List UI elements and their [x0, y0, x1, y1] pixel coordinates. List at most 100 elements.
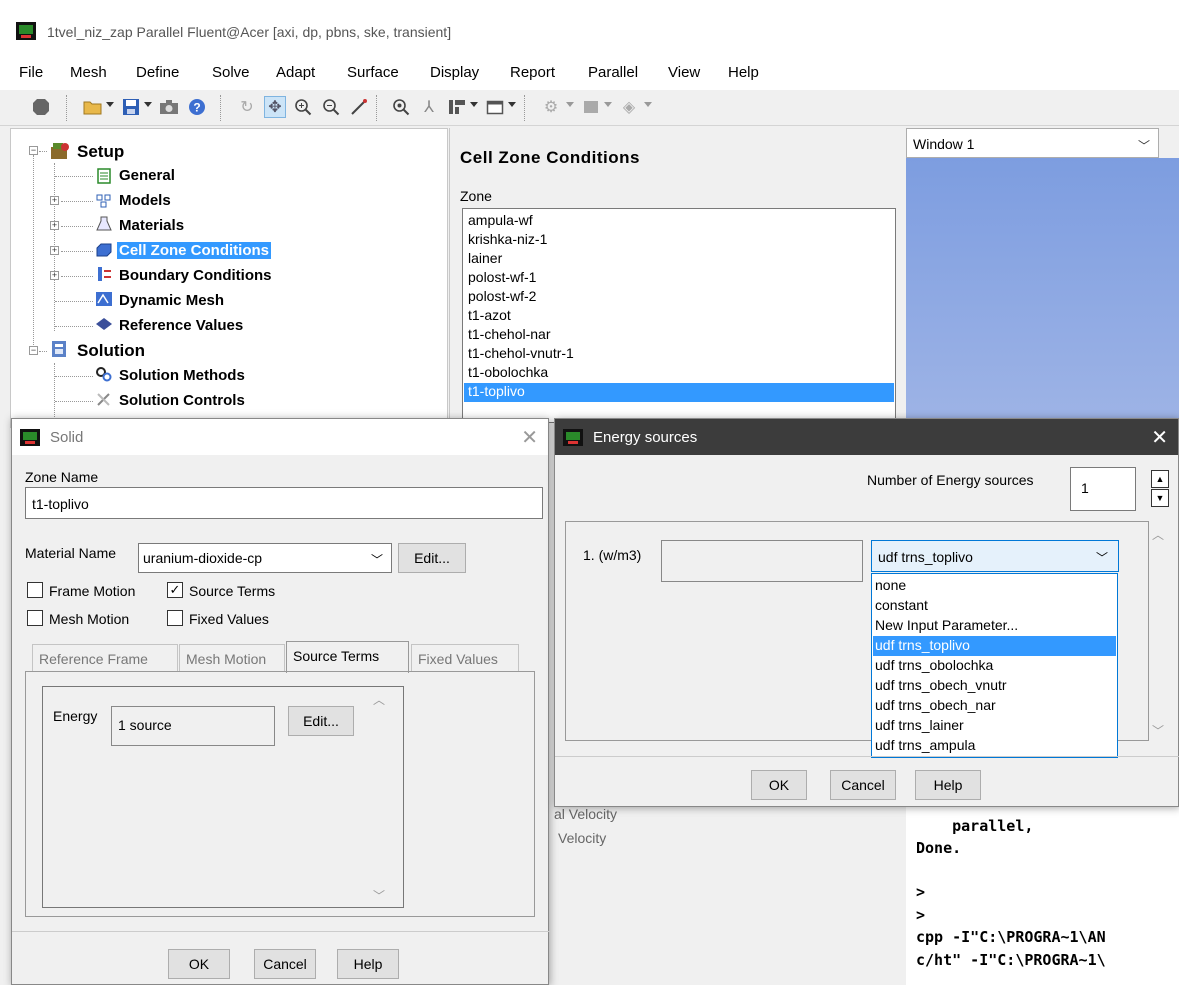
zone-list-item[interactable]: t1-chehol-vnutr-1 — [468, 345, 574, 361]
mesh-motion-checkbox[interactable] — [27, 610, 43, 626]
zone-list-item[interactable]: lainer — [468, 250, 502, 266]
zone-list-item-selected[interactable]: t1-toplivo — [464, 383, 894, 402]
dropdown-option[interactable]: New Input Parameter... — [875, 617, 1018, 633]
zone-list-item[interactable]: polost-wf-2 — [468, 288, 536, 304]
tab-mesh-motion[interactable]: Mesh Motion — [179, 644, 285, 672]
menu-adapt[interactable]: Adapt — [276, 64, 315, 81]
dropdown-option[interactable]: udf trns_ampula — [875, 737, 975, 753]
scroll-down-icon[interactable]: ﹀ — [373, 887, 385, 904]
zone-list-item[interactable]: t1-azot — [468, 307, 511, 323]
menu-parallel[interactable]: Parallel — [588, 64, 638, 81]
open-dropdown-arrow[interactable] — [106, 102, 114, 107]
scroll-up-icon[interactable]: ︿ — [1152, 526, 1164, 543]
menu-help[interactable]: Help — [728, 64, 759, 81]
shade-dropdown-arrow[interactable] — [604, 102, 612, 107]
menu-define[interactable]: Define — [136, 64, 179, 81]
menu-mesh[interactable]: Mesh — [70, 64, 107, 81]
expand-boundary-icon[interactable]: + — [50, 271, 59, 280]
energy-cancel-button[interactable]: Cancel — [830, 770, 896, 800]
tree-solution[interactable]: Solution — [77, 341, 145, 361]
cube-dropdown-arrow[interactable] — [644, 102, 652, 107]
tree-boundary-conditions[interactable]: Boundary Conditions — [119, 267, 272, 284]
solid-cancel-button[interactable]: Cancel — [254, 949, 316, 979]
collapse-setup-icon[interactable]: − — [29, 146, 38, 155]
tab-source-terms[interactable]: Source Terms — [286, 641, 409, 673]
axes-icon[interactable]: ⅄ — [418, 96, 440, 118]
fixed-values-checkbox[interactable] — [167, 610, 183, 626]
dropdown-option[interactable]: udf trns_obolochka — [875, 657, 993, 673]
menu-surface[interactable]: Surface — [347, 64, 399, 81]
view-dropdown-arrow[interactable] — [566, 102, 574, 107]
solid-help-button[interactable]: Help — [337, 949, 399, 979]
tree-setup[interactable]: Setup — [77, 142, 124, 162]
stop-icon[interactable] — [30, 96, 52, 118]
zone-list[interactable]: ampula-wf krishka-niz-1 lainer polost-wf… — [462, 208, 896, 423]
camera-icon[interactable] — [158, 96, 180, 118]
scroll-down-icon[interactable]: ﹀ — [1152, 722, 1164, 739]
window-icon[interactable] — [484, 96, 506, 118]
menu-file[interactable]: File — [19, 64, 43, 81]
open-folder-icon[interactable] — [82, 96, 104, 118]
pan-icon[interactable]: ✥ — [264, 96, 286, 118]
increment-icon[interactable]: ▲ — [1151, 470, 1169, 488]
tab-reference-frame[interactable]: Reference Frame — [32, 644, 178, 672]
dropdown-option[interactable]: udf trns_lainer — [875, 717, 964, 733]
zone-list-item[interactable]: krishka-niz-1 — [468, 231, 547, 247]
layout-dropdown-arrow[interactable] — [470, 102, 478, 107]
frame-motion-checkbox[interactable] — [27, 582, 43, 598]
cube-icon[interactable]: ◈ — [618, 96, 640, 118]
dropdown-option[interactable]: udf trns_obech_nar — [875, 697, 996, 713]
tree-solution-methods[interactable]: Solution Methods — [119, 367, 245, 384]
dropdown-option[interactable]: udf trns_obech_vnutr — [875, 677, 1007, 693]
probe-icon[interactable] — [348, 96, 370, 118]
zoom-fit-icon[interactable] — [390, 96, 412, 118]
menu-solve[interactable]: Solve — [212, 64, 250, 81]
menu-view[interactable]: View — [668, 64, 700, 81]
console[interactable]: parallel, Done. > > cpp -I"C:\PROGRA~1\A… — [906, 804, 1179, 985]
close-icon[interactable]: ✕ — [521, 425, 538, 450]
layout-icon[interactable] — [446, 96, 468, 118]
scroll-up-icon[interactable]: ︿ — [373, 691, 385, 708]
energy-ok-button[interactable]: OK — [751, 770, 807, 800]
menu-report[interactable]: Report — [510, 64, 555, 81]
help-icon[interactable]: ? — [186, 96, 208, 118]
tree-materials[interactable]: Materials — [119, 217, 184, 234]
zone-list-item[interactable]: t1-chehol-nar — [468, 326, 551, 342]
energy-value-field[interactable] — [661, 540, 863, 582]
tree-solution-controls[interactable]: Solution Controls — [119, 392, 245, 409]
zone-list-item[interactable]: polost-wf-1 — [468, 269, 536, 285]
solid-ok-button[interactable]: OK — [168, 949, 230, 979]
menu-display[interactable]: Display — [430, 64, 479, 81]
expand-models-icon[interactable]: + — [50, 196, 59, 205]
expand-cell-zone-icon[interactable]: + — [50, 246, 59, 255]
energy-profile-select[interactable]: udf trns_toplivo ﹀ — [871, 540, 1119, 572]
source-terms-checkbox[interactable]: ✓ — [167, 582, 183, 598]
expand-materials-icon[interactable]: + — [50, 221, 59, 230]
window-dropdown-arrow[interactable] — [508, 102, 516, 107]
energy-edit-button[interactable]: Edit... — [288, 706, 354, 736]
zoom-in-icon[interactable] — [292, 96, 314, 118]
zone-list-item[interactable]: ampula-wf — [468, 212, 533, 228]
material-select[interactable]: uranium-dioxide-cp ﹀ — [138, 543, 392, 573]
dropdown-option[interactable]: constant — [875, 597, 928, 613]
tree-dynamic-mesh[interactable]: Dynamic Mesh — [119, 292, 224, 309]
view-icon[interactable]: ⚙ — [540, 96, 562, 118]
rotate-icon[interactable]: ↻ — [236, 96, 258, 118]
tree-cell-zone-conditions[interactable]: Cell Zone Conditions — [117, 242, 271, 259]
tree-general[interactable]: General — [119, 167, 175, 184]
dropdown-option[interactable]: none — [875, 577, 906, 593]
tab-fixed-values[interactable]: Fixed Values — [411, 644, 519, 672]
tree-reference-values[interactable]: Reference Values — [119, 317, 243, 334]
decrement-icon[interactable]: ▼ — [1151, 489, 1169, 507]
tree-models[interactable]: Models — [119, 192, 171, 209]
close-icon[interactable]: ✕ — [1151, 425, 1168, 450]
zoom-box-icon[interactable] — [320, 96, 342, 118]
shade-icon[interactable] — [580, 96, 602, 118]
window-selector[interactable]: Window 1 ﹀ — [906, 128, 1159, 158]
save-icon[interactable] — [120, 96, 142, 118]
zone-list-item[interactable]: t1-obolochka — [468, 364, 548, 380]
num-energy-sources-input[interactable]: 1 — [1070, 467, 1136, 511]
dropdown-option-selected[interactable]: udf trns_toplivo — [873, 636, 1116, 656]
save-dropdown-arrow[interactable] — [144, 102, 152, 107]
collapse-solution-icon[interactable]: − — [29, 346, 38, 355]
